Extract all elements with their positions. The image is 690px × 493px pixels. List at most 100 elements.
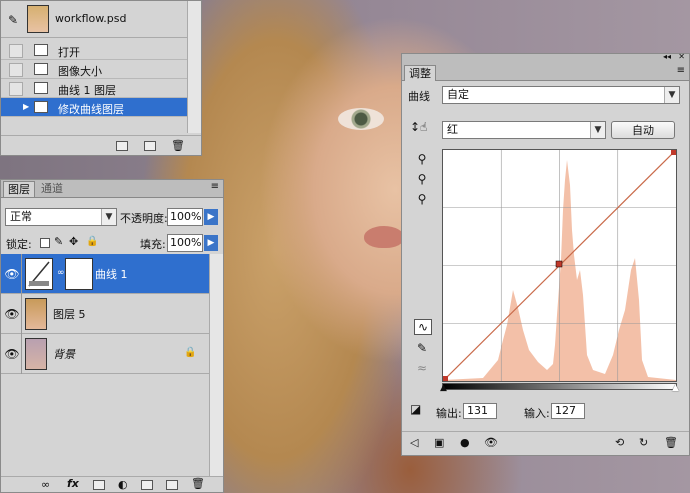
lock-all-icon[interactable]: 🔒 [86,236,98,247]
adjustments-panel: ◂◂ ✕ 调整 ≡ 曲线 自定 ▼ ↕☝ 红 ▼ 自动 ⚲ ⚲ ⚲ ∿ ✎ ≈ [401,52,690,456]
history-item-label: 曲线 1 图层 [58,84,116,97]
input-gradient-bar [442,383,677,390]
layers-tabbar: 图层 通道 ≡ [1,180,223,198]
opacity-flyout-icon[interactable]: ▶ [204,209,218,225]
visibility-eye-icon[interactable]: 👁 [484,436,498,449]
preset-select[interactable]: 自定 ▼ [442,86,680,104]
history-state-icon [34,63,48,75]
layer-mask-thumbnail[interactable] [65,258,93,290]
black-input-slider-icon[interactable]: ▲ [440,383,447,393]
previous-state-icon[interactable]: ⟲ [615,436,624,449]
curves-graph[interactable] [442,149,677,382]
close-icon[interactable]: ✕ [678,52,685,61]
add-mask-icon[interactable] [93,480,105,490]
lock-label: 锁定: [6,238,32,251]
snapshot-checkbox[interactable] [9,101,23,115]
preset-value: 自定 [447,88,469,101]
layer-row-layer5[interactable]: 👁 图层 5 [1,294,209,334]
black-point-eyedropper-icon[interactable]: ⚲ [414,152,430,166]
output-label: 输出: [436,407,462,420]
layer-lock-icon: 🔒 [184,347,197,358]
visibility-eye-icon[interactable]: 👁 [3,254,22,294]
history-item[interactable]: 打开 [1,41,187,60]
output-value-input[interactable]: 131 [463,403,497,419]
new-layer-icon[interactable] [166,480,178,490]
gray-point-eyedropper-icon[interactable]: ⚲ [414,172,430,186]
history-panel: ✎ workflow.psd 打开 图像大小 曲线 1 图层 ▶ 修改曲线图层 … [0,0,202,156]
expanded-view-icon[interactable]: ▣ [434,436,444,449]
targeted-adjustment-icon[interactable]: ↕☝ [410,120,427,134]
history-state-icon [34,82,48,94]
new-group-icon[interactable] [141,480,153,490]
layer-style-icon[interactable]: fx [67,477,79,490]
white-input-slider-icon[interactable]: ▲ [672,383,679,393]
curves-title: 曲线 [408,90,430,103]
new-snapshot-icon[interactable] [144,141,156,151]
back-arrow-icon[interactable]: ◁ [410,436,418,449]
snapshot-thumbnail [27,5,49,33]
blend-mode-select[interactable]: 正常 ▼ [5,208,117,226]
photo-lips [364,226,404,248]
snapshot-checkbox[interactable] [9,44,23,58]
trash-icon[interactable]: 🗑 [171,139,185,152]
layer-row-curves[interactable]: 👁 ∞ 曲线 1 [1,254,209,294]
history-scrollbar[interactable] [187,1,201,133]
layer-thumbnail [25,298,47,330]
adjust-tabbar: 调整 ≡ [402,64,689,81]
input-value-input[interactable]: 127 [551,403,585,419]
history-item-label: 修改曲线图层 [58,103,124,116]
smooth-icon[interactable]: ≈ [414,361,430,375]
history-item[interactable]: 图像大小 [1,60,187,79]
visibility-eye-icon[interactable]: 👁 [3,294,22,334]
clip-warning-icon[interactable]: ◪ [410,402,421,416]
visibility-eye-icon[interactable]: 👁 [3,334,22,374]
opacity-input[interactable]: 100% [167,208,203,226]
link-icon[interactable]: ∞ [57,268,65,278]
panel-menu-icon[interactable]: ≡ [211,181,219,192]
tab-adjustments[interactable]: 调整 [404,65,436,81]
history-item-label: 打开 [58,46,80,59]
new-document-from-state-icon[interactable] [116,141,128,151]
layer-name: 曲线 1 [95,268,128,281]
reset-icon[interactable]: ↻ [639,436,648,449]
layer-thumbnail [25,338,47,370]
clip-to-layer-icon[interactable]: ● [460,436,470,449]
fill-input[interactable]: 100% [167,234,203,252]
tab-layers[interactable]: 图层 [3,181,35,197]
channel-select[interactable]: 红 ▼ [442,121,606,139]
auto-button[interactable]: 自动 [611,121,675,139]
pencil-icon[interactable]: ✎ [414,341,430,355]
history-snapshot[interactable]: ✎ workflow.psd [1,1,187,38]
tab-channels[interactable]: 通道 [37,181,67,196]
curves-adjustment-icon [25,258,53,290]
snapshot-checkbox[interactable] [9,82,23,96]
opacity-label: 不透明度: [120,212,168,225]
trash-icon[interactable]: 🗑 [191,477,205,490]
fill-flyout-icon[interactable]: ▶ [204,235,218,251]
curves-graph-svg [442,149,677,382]
input-label: 输入: [524,407,550,420]
layer-name: 背景 [53,348,75,361]
document-name: workflow.psd [55,12,127,25]
trash-icon[interactable]: 🗑 [664,436,678,449]
layer-name: 图层 5 [53,308,86,321]
layers-panel: 图层 通道 ≡ 正常 ▼ 不透明度: 100% ▶ 锁定: ✎ ✥ 🔒 填充: … [0,179,224,493]
adjustment-layer-icon[interactable]: ◐ [118,478,128,491]
link-layers-icon[interactable]: ∞ [41,478,50,491]
history-item[interactable]: 曲线 1 图层 [1,79,187,98]
fill-label: 填充: [140,238,166,251]
layers-scrollbar[interactable] [209,254,223,476]
curve-endpoint-black [443,376,448,381]
lock-transparent-icon[interactable] [40,238,50,248]
snapshot-checkbox[interactable] [9,63,23,77]
lock-image-icon[interactable]: ✎ [54,235,63,248]
panel-titlebar: ◂◂ ✕ [402,52,689,64]
layer-row-background[interactable]: 👁 背景 🔒 [1,334,209,374]
history-item-label: 图像大小 [58,65,102,78]
white-point-eyedropper-icon[interactable]: ⚲ [414,192,430,206]
curve-point-tool-icon[interactable]: ∿ [414,319,432,335]
panel-menu-icon[interactable]: ≡ [677,65,685,76]
lock-position-icon[interactable]: ✥ [69,235,78,248]
history-item[interactable]: ▶ 修改曲线图层 [1,98,187,117]
collapse-icon[interactable]: ◂◂ [663,52,671,61]
